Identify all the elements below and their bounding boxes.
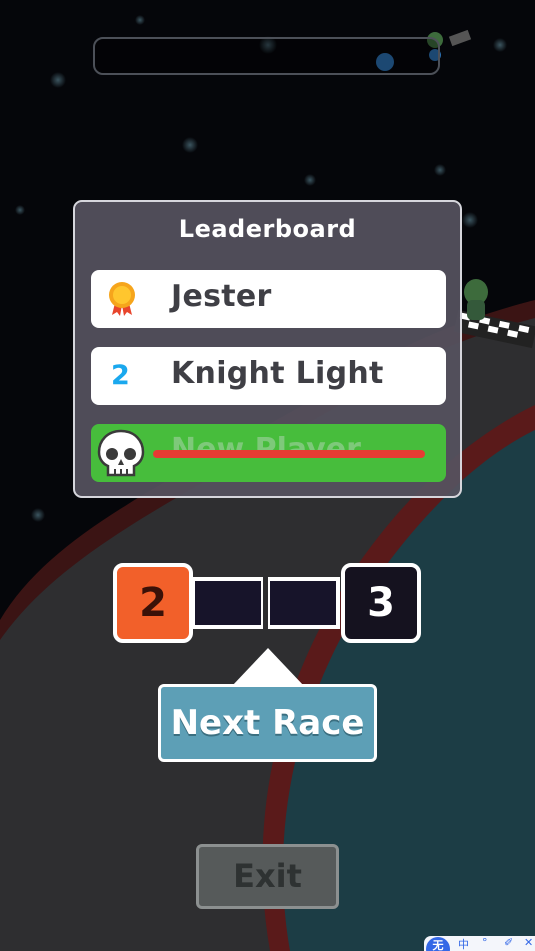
player-name: Jester: [171, 279, 272, 314]
race-progress-bar: [93, 37, 440, 75]
ime-chinese-toggle[interactable]: 中: [458, 936, 469, 951]
leaderboard-row: 2 Knight Light: [91, 347, 446, 405]
progress-segment: [268, 577, 340, 629]
ime-close-icon[interactable]: ✕: [524, 936, 533, 949]
player-name: Knight Light: [171, 356, 384, 391]
ime-punct-icon[interactable]: °: [482, 936, 488, 949]
strike-through: [153, 450, 425, 458]
level-progress: 2 3: [113, 563, 423, 643]
ime-logo-icon[interactable]: 无: [426, 937, 450, 951]
next-race-button[interactable]: Next Race: [158, 684, 377, 762]
pointer-arrow: [232, 648, 304, 686]
green-racer: [464, 279, 488, 320]
exit-button[interactable]: Exit: [196, 844, 339, 909]
skull-icon: [97, 429, 145, 477]
rank-number: 2: [111, 360, 130, 391]
leaderboard-row: Jester: [91, 270, 446, 328]
ime-toolbar: 无 中 ° ✐ ✕: [424, 936, 535, 951]
next-level-badge: 3: [341, 563, 421, 643]
leaderboard-panel: Leaderboard Jester 2 Knight Light New Pl…: [73, 200, 462, 498]
leaderboard-title: Leaderboard: [178, 215, 357, 243]
progress-segment: [191, 577, 263, 629]
medal-icon: [109, 282, 135, 316]
ime-pen-icon[interactable]: ✐: [504, 936, 513, 949]
current-level-badge: 2: [113, 563, 193, 643]
leaderboard-row-eliminated: New Player: [91, 424, 446, 482]
